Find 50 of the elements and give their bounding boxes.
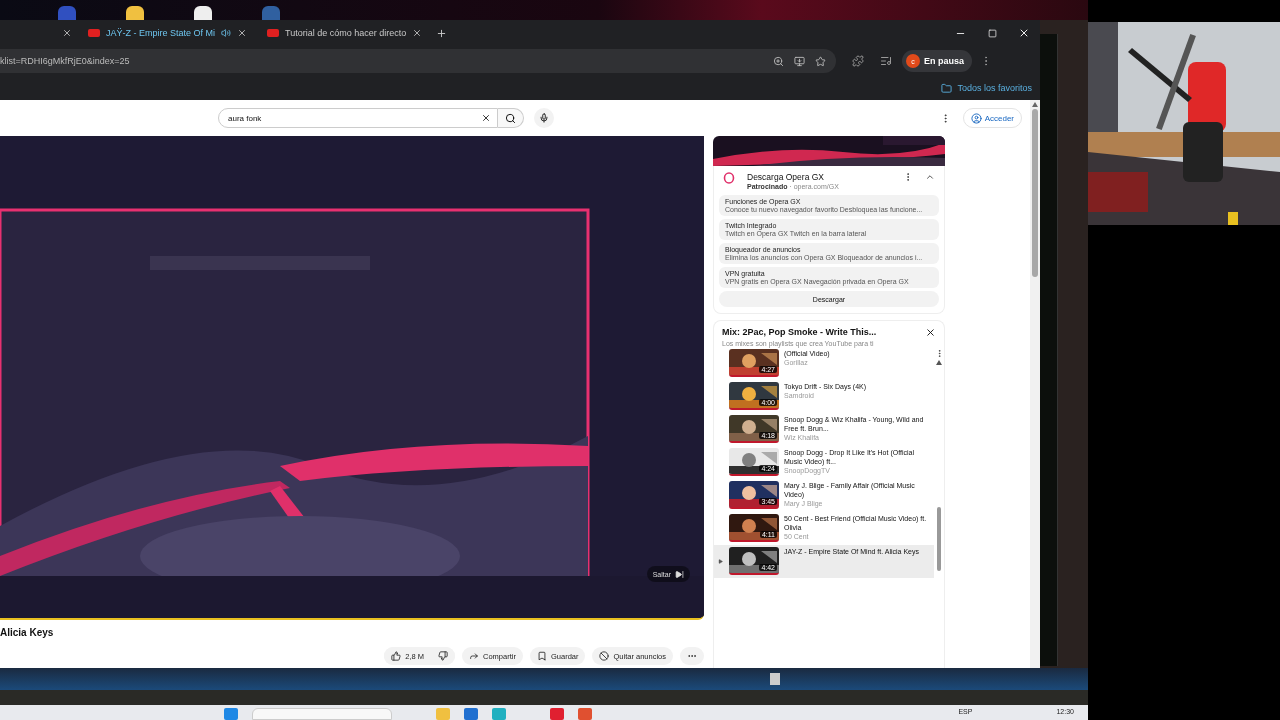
share-icon [469,651,479,661]
speaker-icon [221,28,232,38]
extensions-icon[interactable] [852,55,864,67]
close-icon [1018,27,1030,39]
now-playing-icon [717,558,723,564]
microphone-icon [539,113,549,123]
playlist-title: Mix: 2Pac, Pop Smoke - Write This... [722,327,878,337]
folder-icon [941,82,953,94]
desktop-app-icon [58,6,76,20]
collapse-icon[interactable] [925,172,935,182]
thumbs-down-icon [438,651,448,661]
maximize-icon [987,28,997,38]
block-icon [599,651,610,661]
close-tab-icon[interactable] [237,28,248,38]
youtube-icon [267,29,280,37]
media-control-icon[interactable] [880,55,892,67]
new-tab-icon[interactable] [436,27,448,39]
voice-search-button[interactable] [534,108,554,128]
search-button[interactable] [498,108,524,128]
skip-icon [675,569,684,579]
desktop-app-icon [262,6,280,20]
browser-tab[interactable]: JAŸ-Z - Empire State Of Mi [78,20,258,46]
close-tab-icon[interactable] [62,28,72,38]
install-app-icon[interactable] [794,55,805,67]
video-title: Alicia Keys [0,625,55,640]
thumbs-up-icon [391,651,402,661]
desktop-app-icon [194,6,212,20]
ad-title: Descarga Opera GX [747,172,825,182]
scrollbar-thumb[interactable] [937,507,941,571]
all-bookmarks-link[interactable]: Todos los favoritos [941,82,1032,94]
search-icon [505,112,516,124]
user-icon [970,112,982,124]
clear-search-icon[interactable] [481,113,491,123]
zoom-icon[interactable] [773,55,784,67]
sign-in-button[interactable]: Acceder [962,108,1022,128]
scroll-handle[interactable] [770,673,780,685]
browser-tab[interactable]: Tutorial de cómo hacer directo [257,20,433,46]
address-bar[interactable]: klist=RDHI6gMkfRjE0&index=25 [0,49,836,73]
start-icon[interactable] [224,708,238,720]
bookmark-icon [536,651,547,661]
more-button[interactable] [680,647,704,665]
scroll-up-icon [936,360,942,365]
youtube-icon [88,29,100,37]
desktop-app-icon [126,6,144,20]
bookmark-star-icon[interactable] [815,55,826,67]
close-playlist-icon[interactable] [925,327,936,338]
scroll-up-icon [1032,102,1038,107]
scrollbar-thumb[interactable] [1032,109,1038,277]
close-tab-icon[interactable] [412,28,423,38]
opera-logo-icon [723,172,735,184]
